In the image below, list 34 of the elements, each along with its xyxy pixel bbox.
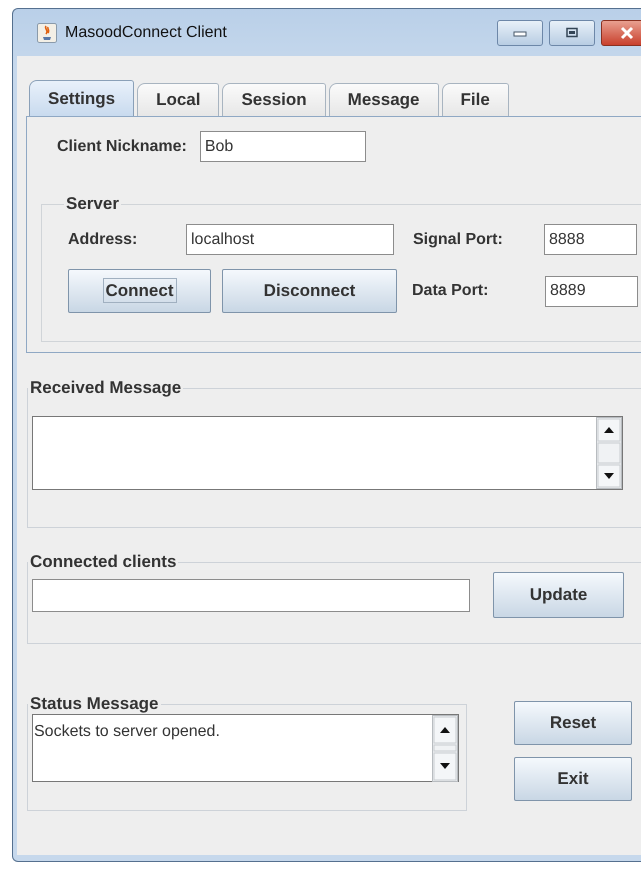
connect-button[interactable]: Connect [68,269,211,313]
close-button[interactable] [601,20,641,46]
exit-button[interactable]: Exit [514,757,632,801]
signal-port-field[interactable]: 8888 [544,224,637,255]
maximize-button[interactable] [549,20,595,46]
group-title: Received Message [29,378,182,398]
data-port-field[interactable]: 8889 [545,276,638,306]
minimize-icon [512,28,528,36]
maximize-icon [564,26,580,38]
connected-clients-field[interactable] [32,578,470,612]
tab[interactable]: File [442,83,509,116]
disconnect-button[interactable]: Disconnect [222,269,397,313]
minimize-button[interactable] [497,20,543,46]
scrollbar[interactable] [432,715,458,782]
tab[interactable]: Session [222,83,326,116]
tab[interactable]: Local [137,83,220,116]
update-button[interactable]: Update [493,572,624,618]
received-message-area[interactable] [32,416,623,490]
group-title: Status Message [29,694,160,714]
group-title: Connected clients [29,552,178,572]
tab[interactable]: Settings [29,80,134,116]
reset-button[interactable]: Reset [514,701,632,745]
address-label: Address: [68,230,138,248]
nickname-label: Client Nickname: [57,138,187,156]
nickname-field[interactable]: Bob [200,131,366,162]
group-title: Server [65,194,120,214]
scrollbar[interactable] [596,417,622,489]
signal-port-label: Signal Port: [413,230,504,248]
cup-icon [37,22,57,42]
status-text: Sockets to server opened. [33,722,221,742]
data-port-label: Data Port: [412,282,490,300]
address-field[interactable]: localhost [186,224,394,255]
tab[interactable]: Message [328,83,438,116]
window-title: MasoodConnect Client [65,24,227,42]
